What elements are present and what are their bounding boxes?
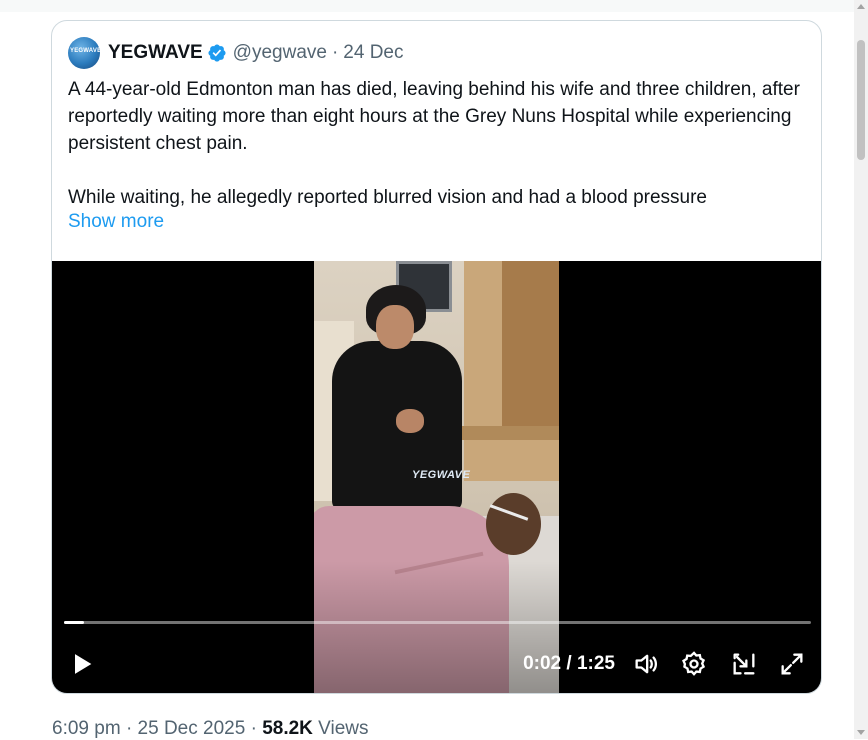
footer-separator: ·: [250, 718, 257, 739]
author-handle[interactable]: @yegwave: [233, 42, 327, 64]
footer-separator: ·: [125, 718, 133, 739]
views-label: Views: [318, 718, 369, 739]
video-progress-fill: [64, 621, 85, 624]
scrollbar[interactable]: [854, 0, 868, 739]
scroll-up-arrow-icon[interactable]: [857, 4, 865, 9]
quoted-tweet-card[interactable]: YEGWAVE YEGWAVE @yegwave · 24 Dec A 44-y…: [51, 20, 822, 694]
author-display-name[interactable]: YEGWAVE: [108, 42, 203, 64]
volume-icon[interactable]: [632, 650, 660, 678]
avatar[interactable]: YEGWAVE: [68, 37, 100, 69]
post-time[interactable]: 6:09 pm: [52, 718, 121, 739]
tweet-date[interactable]: 24 Dec: [343, 42, 403, 64]
top-bar: [0, 0, 868, 12]
tweet-header: YEGWAVE YEGWAVE @yegwave · 24 Dec: [68, 37, 403, 69]
picture-in-picture-icon[interactable]: [730, 650, 758, 678]
settings-icon[interactable]: [680, 650, 708, 678]
post-date[interactable]: 25 Dec 2025: [138, 718, 246, 739]
tweet-text: A 44-year-old Edmonton man has died, lea…: [68, 76, 808, 211]
video-controls: 0:02 / 1:25: [52, 646, 821, 682]
tweet-paragraph: A 44-year-old Edmonton man has died, lea…: [68, 79, 800, 154]
fullscreen-icon[interactable]: [778, 650, 806, 678]
tweet-paragraph: While waiting, he allegedly reported blu…: [68, 187, 707, 208]
header-separator: ·: [331, 42, 339, 63]
scroll-down-arrow-icon[interactable]: [857, 730, 865, 735]
avatar-logo-text: YEGWAVE: [70, 48, 100, 54]
scrollbar-thumb[interactable]: [857, 40, 865, 160]
verified-badge-icon: [208, 44, 226, 62]
current-time: 0:02: [523, 653, 562, 674]
video-watermark: YEGWAVE: [412, 469, 471, 481]
time-separator: /: [566, 653, 572, 674]
views-count: 58.2K: [262, 718, 313, 739]
play-icon[interactable]: [68, 650, 96, 678]
video-time: 0:02 / 1:25: [523, 653, 615, 675]
duration: 1:25: [576, 653, 615, 674]
show-more-link[interactable]: Show more: [68, 211, 164, 233]
tweet-footer: 6:09 pm · 25 Dec 2025 · 58.2K Views: [52, 718, 369, 740]
video-player[interactable]: YEGWAVE 0:02 / 1:25: [52, 261, 821, 693]
video-progress-bar[interactable]: [64, 621, 811, 624]
